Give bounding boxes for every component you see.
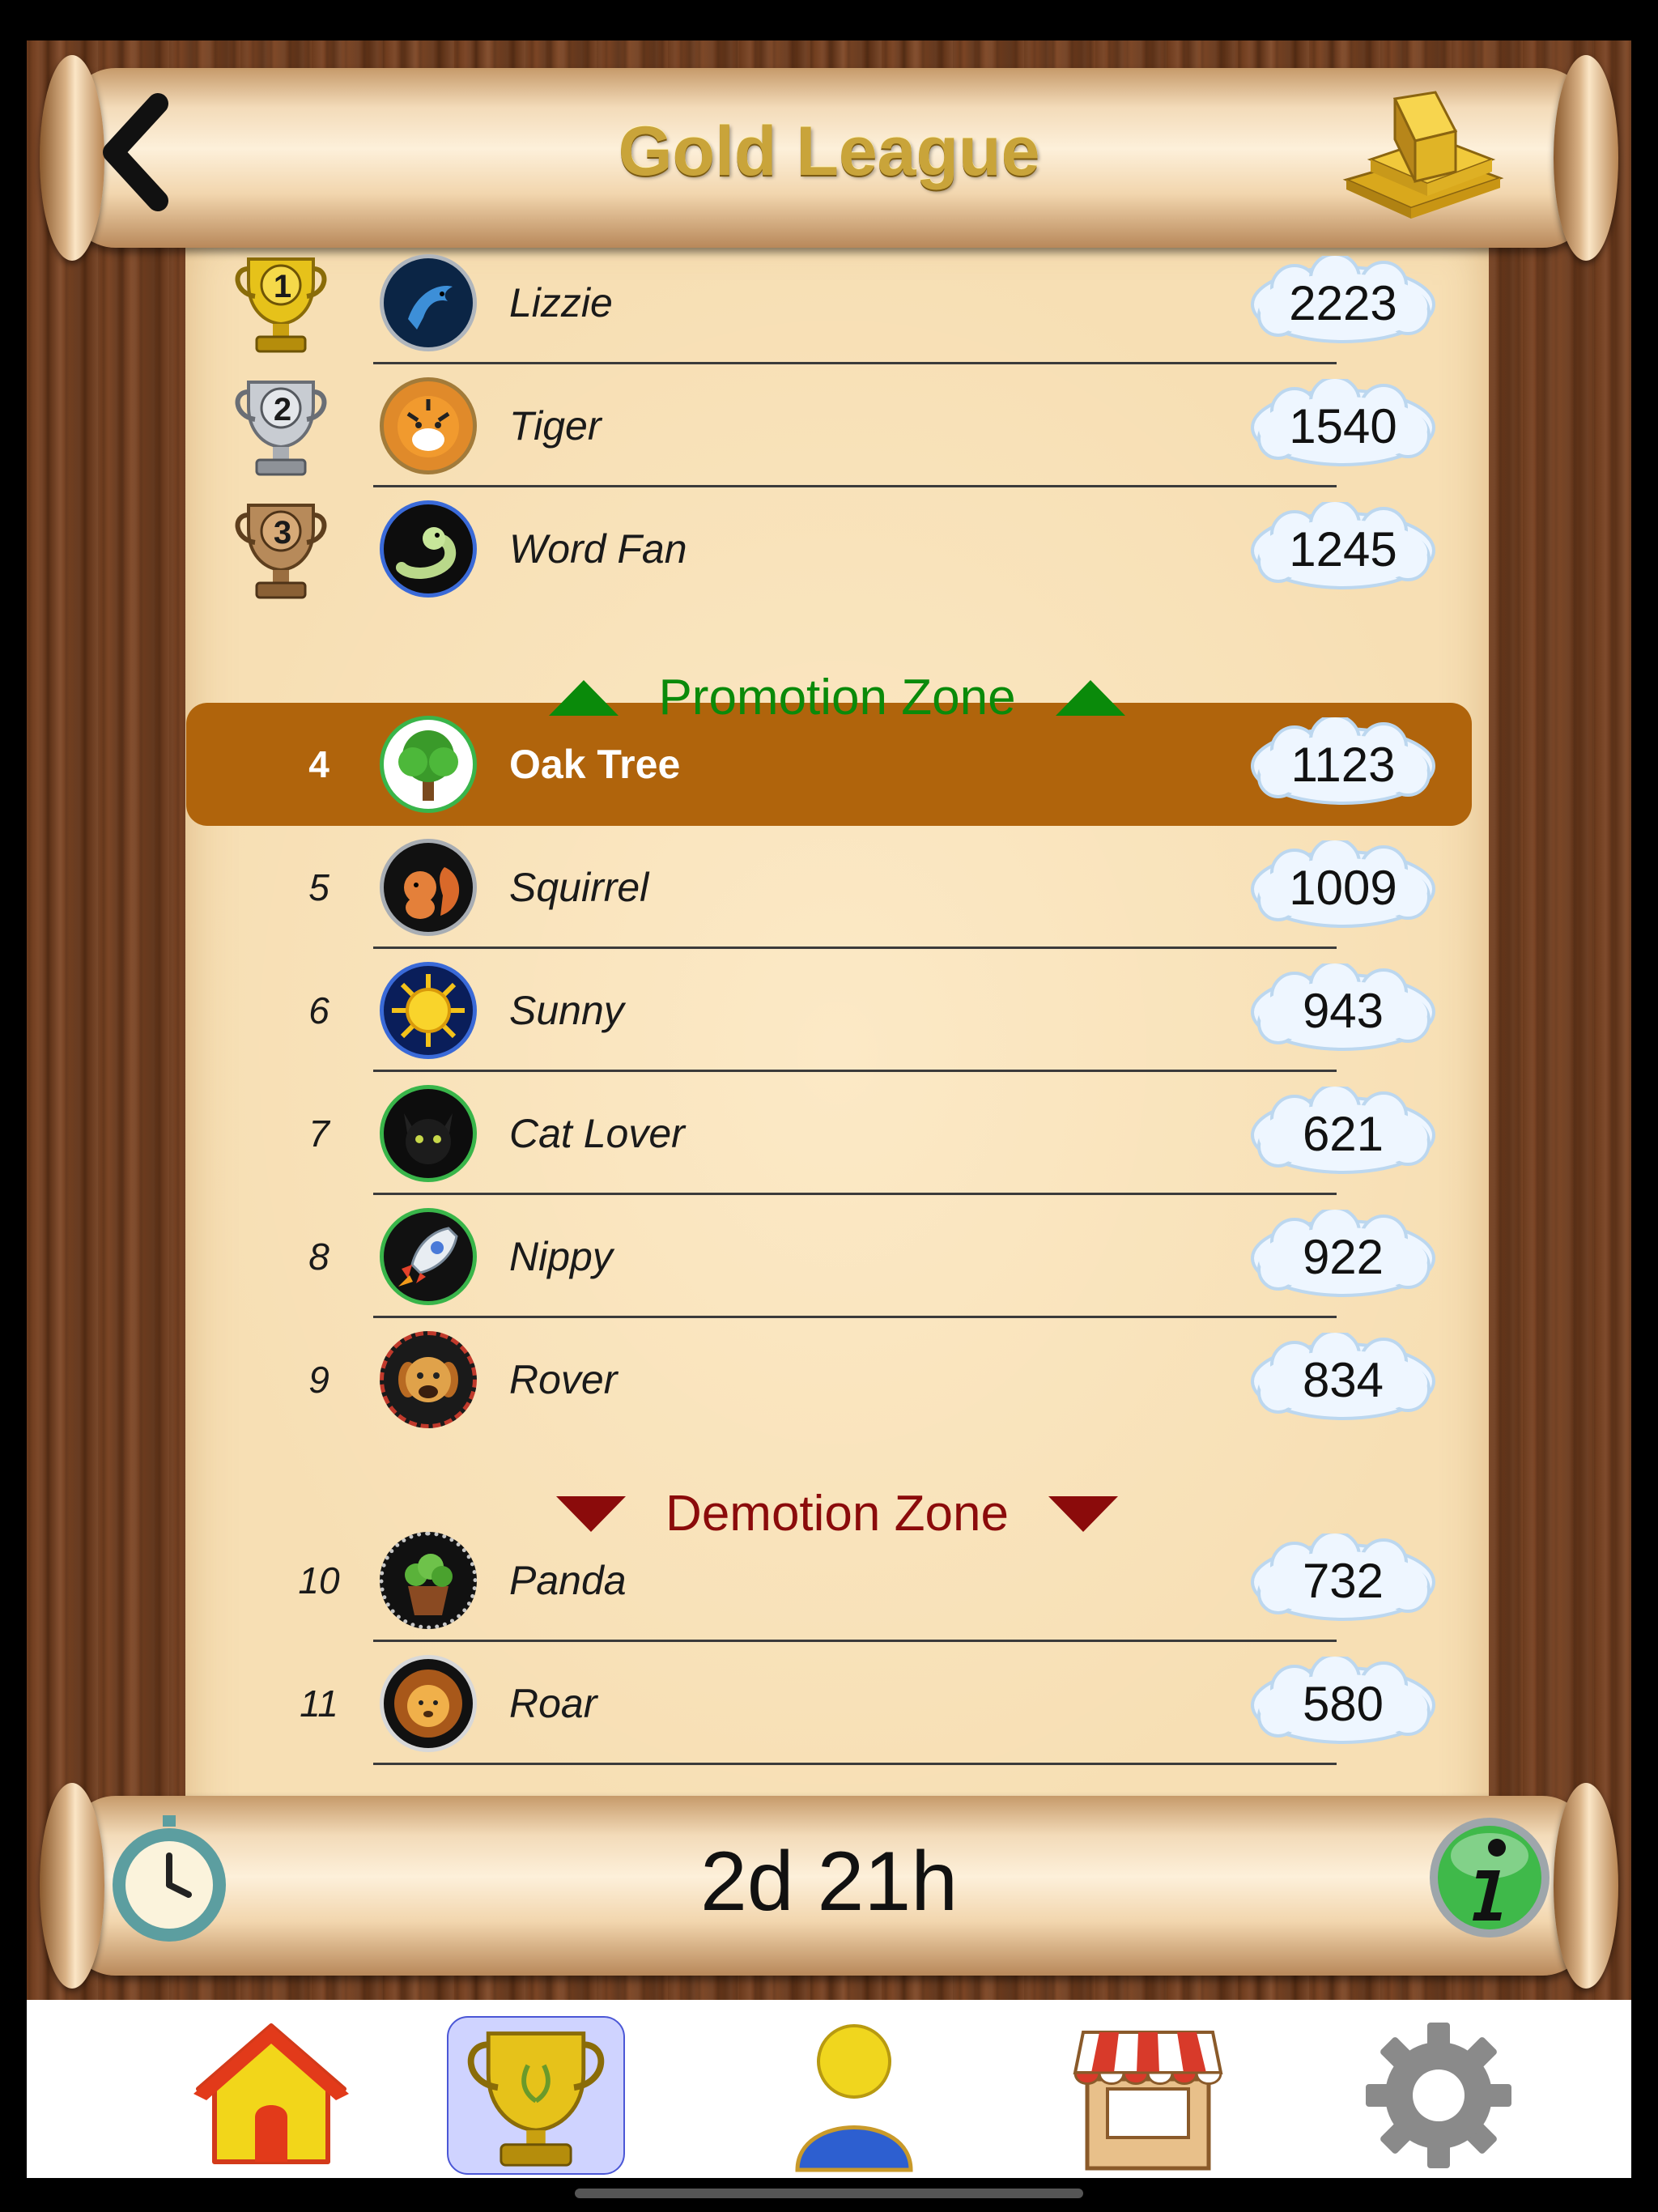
lion-icon xyxy=(380,1655,477,1752)
house-icon xyxy=(193,2023,349,2164)
player-name: Nippy xyxy=(509,1234,613,1279)
player-name: Panda xyxy=(509,1558,627,1603)
rank-number: 11 xyxy=(300,1682,338,1725)
plant-icon xyxy=(380,1532,477,1629)
player-score: 943 xyxy=(1302,984,1384,1038)
rank-number: 4 xyxy=(308,743,329,785)
person-icon xyxy=(795,2024,913,2172)
rank-number: 2 xyxy=(273,392,292,428)
player-name: Rover xyxy=(509,1357,618,1402)
leaderboard-row[interactable]: 1 Lizzie 2223 xyxy=(185,241,1489,364)
player-score: 580 xyxy=(1302,1677,1384,1731)
tree-icon xyxy=(380,716,477,813)
leaderboard-row[interactable]: 3 Word Fan 1245 xyxy=(185,487,1489,610)
gear-icon xyxy=(1366,2023,1511,2168)
sun-icon xyxy=(380,962,477,1059)
tab-leagues[interactable] xyxy=(447,2016,625,2175)
rank-number: 7 xyxy=(308,1112,329,1155)
player-score: 2223 xyxy=(1289,276,1397,330)
leaderboard-row[interactable]: 9 Rover 834 xyxy=(185,1318,1489,1441)
league-timer: 2d 21h xyxy=(699,1835,959,1929)
rank-number: 10 xyxy=(298,1559,340,1602)
shop-icon xyxy=(1073,2031,1223,2171)
leaderboard-row[interactable]: 8 Nippy 922 xyxy=(185,1195,1489,1318)
leaderboard-row[interactable]: 7 Cat Lover 621 xyxy=(185,1072,1489,1195)
player-name: Cat Lover xyxy=(509,1111,685,1156)
tab-settings[interactable] xyxy=(1350,2016,1528,2175)
player-score: 1540 xyxy=(1289,399,1397,453)
trophy-icon xyxy=(467,2031,605,2167)
row-divider xyxy=(373,1763,1337,1765)
player-name: Word Fan xyxy=(509,526,687,572)
leaderboard-row[interactable]: 5 Squirrel 1009 xyxy=(185,826,1489,949)
player-score: 1245 xyxy=(1289,522,1397,576)
player-name: Lizzie xyxy=(509,280,613,325)
rocket-icon xyxy=(380,1208,477,1305)
player-name: Oak Tree xyxy=(509,742,681,787)
info-icon[interactable] xyxy=(1427,1815,1552,1940)
player-score: 732 xyxy=(1302,1554,1384,1608)
player-name: Sunny xyxy=(509,988,624,1033)
league-screen: Gold League 1 Lizzie 2223 2 Tiger 1540 3… xyxy=(27,40,1631,2178)
leaderboard-row[interactable]: 10 Panda 732 xyxy=(185,1519,1489,1642)
rank-number: 9 xyxy=(308,1359,329,1401)
tab-profile[interactable] xyxy=(765,2016,943,2175)
gold-bars-icon xyxy=(1342,91,1504,219)
player-score: 621 xyxy=(1302,1107,1384,1161)
player-score: 834 xyxy=(1302,1353,1384,1407)
leaderboard-row[interactable]: 11 Roar 580 xyxy=(185,1642,1489,1765)
rank-number: 6 xyxy=(308,989,329,1032)
dolphin-icon xyxy=(380,254,477,351)
home-indicator[interactable] xyxy=(575,2189,1083,2198)
tab-shop[interactable] xyxy=(1059,2016,1237,2175)
tab-bar xyxy=(27,2000,1631,2178)
leaderboard-row-current[interactable]: 4 Oak Tree 1123 xyxy=(185,703,1489,826)
rank-number: 8 xyxy=(308,1236,329,1278)
leaderboard-row[interactable]: 6 Sunny 943 xyxy=(185,949,1489,1072)
player-name: Roar xyxy=(509,1681,597,1726)
leaderboard-row[interactable]: 2 Tiger 1540 xyxy=(185,364,1489,487)
rank-number: 3 xyxy=(273,515,292,551)
player-name: Tiger xyxy=(509,403,602,449)
cat-icon xyxy=(380,1085,477,1182)
rank-number: 1 xyxy=(273,269,292,304)
player-score: 922 xyxy=(1302,1230,1384,1284)
player-score: 1123 xyxy=(1290,738,1396,792)
dog-icon xyxy=(380,1331,477,1428)
player-name: Squirrel xyxy=(509,865,649,910)
tiger-icon xyxy=(380,377,477,474)
rank-number: 5 xyxy=(308,866,329,908)
player-score: 1009 xyxy=(1289,861,1397,915)
worm-icon xyxy=(380,500,477,598)
squirrel-icon xyxy=(380,839,477,936)
tab-home[interactable] xyxy=(182,2016,360,2175)
